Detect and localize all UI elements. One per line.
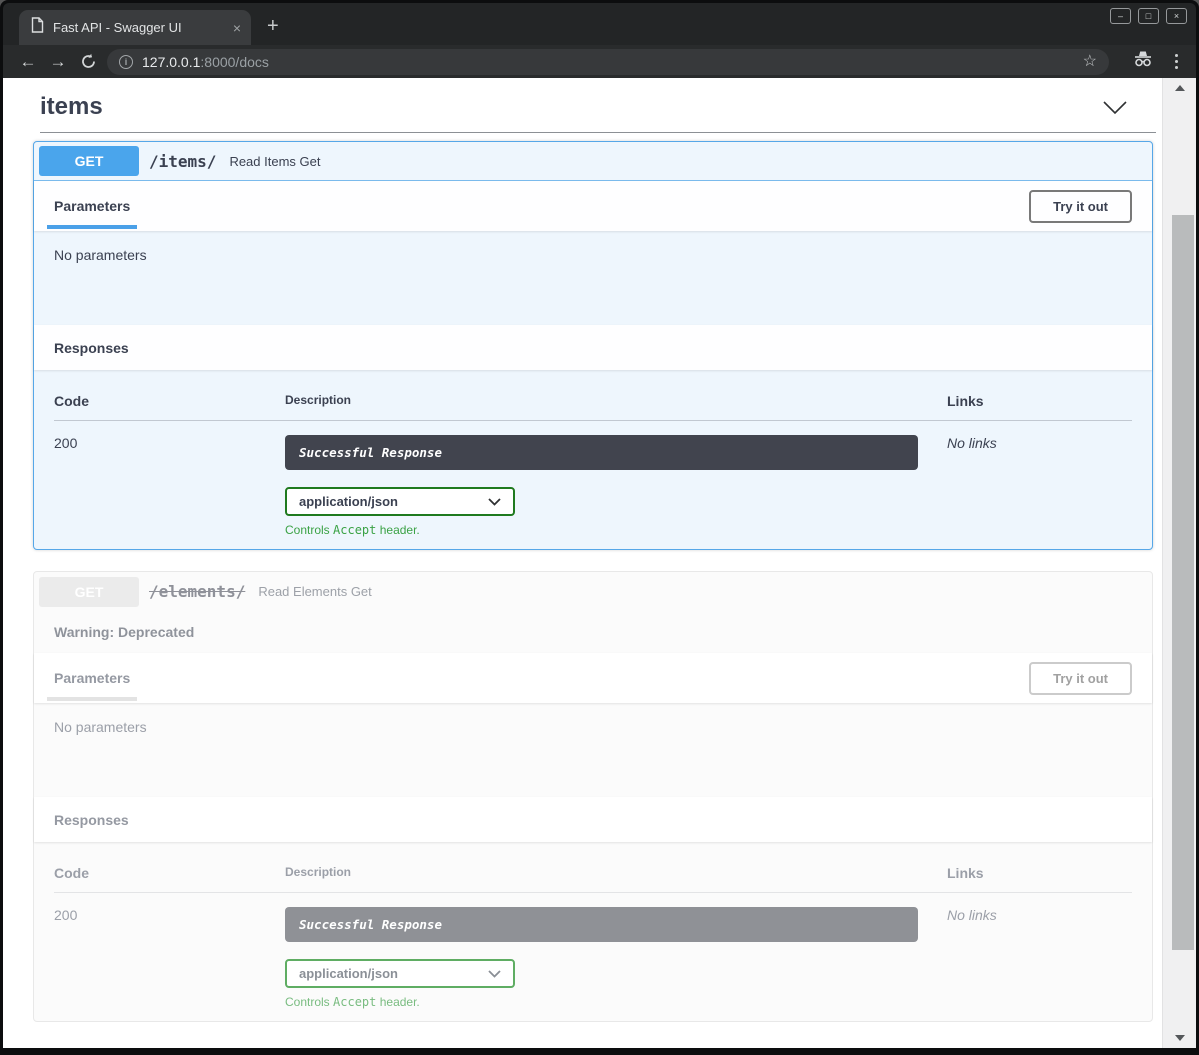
links-column-header: Links <box>947 865 1132 881</box>
back-icon[interactable]: ← <box>13 53 43 70</box>
new-tab-button[interactable]: + <box>267 16 279 36</box>
swagger-ui: items GET /items/ Read Items Get Paramet… <box>3 78 1162 1048</box>
responses-header: Responses <box>34 325 1152 370</box>
accept-header-note: Controls Accept header. <box>285 523 947 537</box>
response-links: No links <box>947 907 1132 923</box>
responses-table-header: Code Description Links <box>54 393 1132 421</box>
opblock-get-items: GET /items/ Read Items Get Parameters Tr… <box>33 141 1153 550</box>
tag-section-header[interactable]: items <box>3 88 1162 126</box>
media-type-value: application/json <box>299 494 398 509</box>
opblock-summary[interactable]: GET /items/ Read Items Get <box>34 142 1152 181</box>
reload-icon[interactable] <box>73 53 103 70</box>
responses-table: Code Description Links 200 Successful Re… <box>34 370 1152 549</box>
description-column-header: Description <box>285 393 947 409</box>
incognito-icon <box>1131 50 1155 73</box>
parameters-tab[interactable]: Parameters <box>54 198 130 214</box>
opblock-summary[interactable]: GET /elements/ Read Elements Get <box>34 572 1152 611</box>
links-column-header: Links <box>947 393 1132 409</box>
response-row-200: 200 Successful Response application/json… <box>54 893 1132 1009</box>
responses-title: Responses <box>54 812 129 828</box>
minimize-button[interactable]: – <box>1110 8 1131 24</box>
address-bar[interactable]: i 127.0.0.1:8000/docs ☆ <box>107 49 1109 75</box>
bookmark-star-icon[interactable]: ☆ <box>1083 54 1097 70</box>
scrollbar-down-icon[interactable] <box>1175 1035 1185 1041</box>
url-host: 127.0.0.1 <box>142 54 200 70</box>
url-path: :8000/docs <box>200 54 269 70</box>
media-type-select[interactable]: application/json <box>285 959 515 988</box>
parameters-tab[interactable]: Parameters <box>54 670 130 686</box>
response-description-cell: Successful Response application/json Con… <box>285 435 947 537</box>
forward-icon[interactable]: → <box>43 53 73 70</box>
scrollbar-up-icon[interactable] <box>1175 85 1185 91</box>
parameters-header: Parameters Try it out <box>34 181 1152 231</box>
response-row-200: 200 Successful Response application/json… <box>54 421 1132 537</box>
no-parameters-text: No parameters <box>34 231 1152 325</box>
description-column-header: Description <box>285 865 947 881</box>
responses-table-header: Code Description Links <box>54 865 1132 893</box>
collapse-chevron-icon[interactable] <box>1102 100 1128 115</box>
site-info-icon[interactable]: i <box>119 55 133 69</box>
deprecated-warning: Warning: Deprecated <box>34 611 1152 653</box>
tab-title: Fast API - Swagger UI <box>53 20 224 35</box>
browser-menu-icon[interactable] <box>1175 54 1178 69</box>
browser-window: Fast API - Swagger UI × + – □ × ← → i 12… <box>0 0 1199 1055</box>
responses-title: Responses <box>54 340 129 356</box>
page-scrollbar[interactable] <box>1162 78 1196 1048</box>
endpoint-summary: Read Items Get <box>229 154 320 169</box>
url-text: 127.0.0.1:8000/docs <box>142 54 269 70</box>
endpoint-summary: Read Elements Get <box>258 584 371 599</box>
responses-header: Responses <box>34 797 1152 842</box>
response-code: 200 <box>54 435 285 451</box>
method-badge: GET <box>39 577 139 607</box>
close-button[interactable]: × <box>1166 8 1187 24</box>
tag-title: items <box>40 93 103 121</box>
media-type-select[interactable]: application/json <box>285 487 515 516</box>
method-badge: GET <box>39 146 139 176</box>
response-description: Successful Response <box>285 907 918 942</box>
code-column-header: Code <box>54 393 285 409</box>
media-type-value: application/json <box>299 966 398 981</box>
section-divider <box>40 132 1156 133</box>
favicon-document-icon <box>31 17 44 38</box>
response-description: Successful Response <box>285 435 918 470</box>
response-links: No links <box>947 435 1132 451</box>
maximize-button[interactable]: □ <box>1138 8 1159 24</box>
window-controls: – □ × <box>1110 8 1187 24</box>
endpoint-path: /elements/ <box>149 582 245 601</box>
page-content: items GET /items/ Read Items Get Paramet… <box>3 78 1196 1048</box>
no-parameters-text: No parameters <box>34 703 1152 797</box>
select-chevron-icon <box>488 970 501 978</box>
scrollbar-thumb[interactable] <box>1172 215 1194 950</box>
try-it-out-button[interactable]: Try it out <box>1029 190 1132 223</box>
responses-table: Code Description Links 200 Successful Re… <box>34 842 1152 1021</box>
response-code: 200 <box>54 907 285 923</box>
code-column-header: Code <box>54 865 285 881</box>
parameters-header: Parameters Try it out <box>34 653 1152 703</box>
endpoint-path: /items/ <box>149 152 216 171</box>
select-chevron-icon <box>488 498 501 506</box>
tab-close-icon[interactable]: × <box>233 21 241 35</box>
browser-tab[interactable]: Fast API - Swagger UI × <box>19 10 251 45</box>
browser-toolbar: ← → i 127.0.0.1:8000/docs ☆ <box>3 45 1196 78</box>
accept-header-note: Controls Accept header. <box>285 995 947 1009</box>
tab-strip: Fast API - Swagger UI × + – □ × <box>3 3 1196 45</box>
opblock-get-elements-deprecated: GET /elements/ Read Elements Get Warning… <box>33 571 1153 1022</box>
response-description-cell: Successful Response application/json Con… <box>285 907 947 1009</box>
try-it-out-button[interactable]: Try it out <box>1029 662 1132 695</box>
